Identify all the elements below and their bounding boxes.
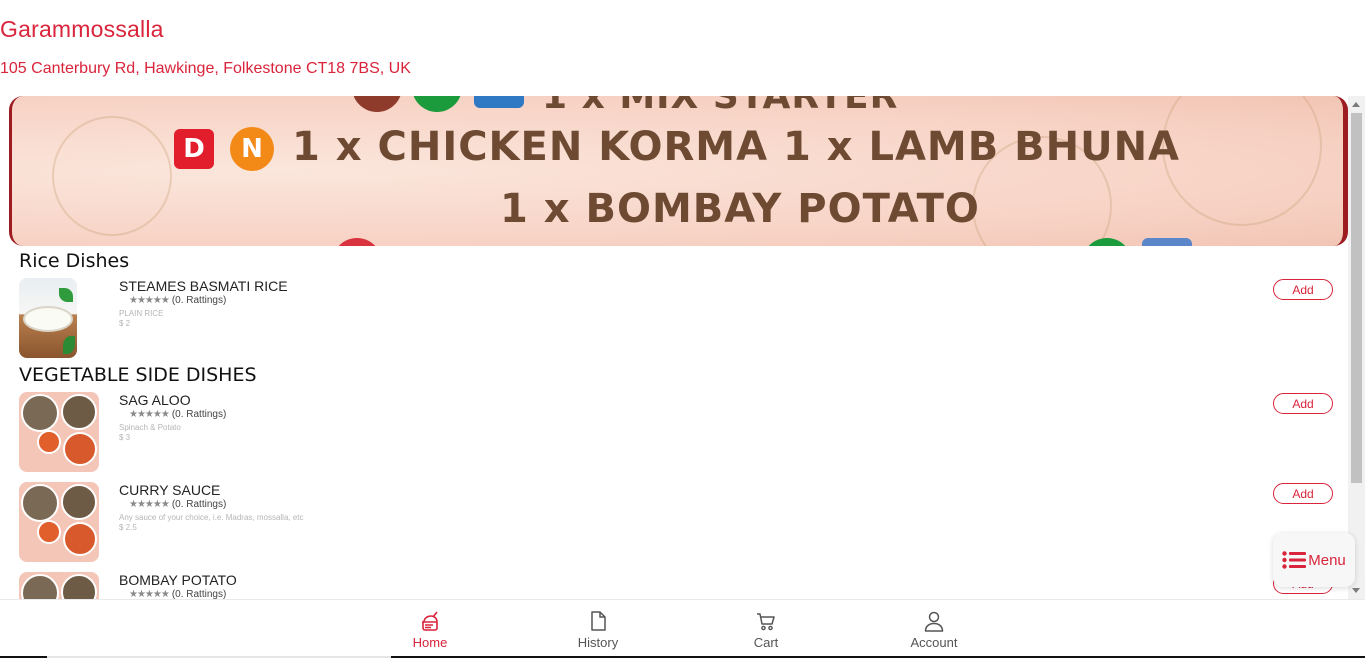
banner-dot-red <box>352 96 402 112</box>
star-icons: ★★★★★ <box>129 589 170 599</box>
item-name: CURRY SAUCE <box>119 482 221 498</box>
item-price: $ 2.5 <box>119 523 137 532</box>
cart-icon <box>757 613 775 631</box>
nav-account-label: Account <box>910 635 958 650</box>
item-name: BOMBAY POTATO <box>119 572 237 588</box>
nav-cart-label: Cart <box>753 635 779 650</box>
vegetable-dish-image <box>19 482 99 562</box>
menu-button-label: Menu <box>1308 551 1346 569</box>
star-icons: ★★★★★ <box>129 409 170 420</box>
scroll-up-arrow-icon[interactable] <box>1352 102 1360 107</box>
item-description: Any sauce of your choice, i.e. Madras, m… <box>119 513 304 522</box>
nav-home[interactable]: Home <box>380 610 480 650</box>
scroll-thumb[interactable] <box>1351 113 1362 483</box>
menu-item[interactable]: CURRY SAUCE ★★★★★ (0. Rattings) Any sauce… <box>19 482 1339 562</box>
menu-item[interactable]: STEAMES BASMATI RICE ★★★★★ (0. Rattings) … <box>19 278 1339 358</box>
menu-button[interactable]: Menu <box>1273 533 1355 587</box>
nav-account[interactable]: Account <box>884 610 984 650</box>
item-description: PLAIN RICE <box>119 309 164 318</box>
food-icon <box>422 611 438 631</box>
item-price: $ 2 <box>119 319 131 328</box>
menu-item[interactable]: BOMBAY POTATO ★★★★★(0. Rattings) Add <box>19 572 1339 599</box>
rating-count: (0. Rattings) <box>171 499 227 510</box>
banner-dot-blue <box>474 96 524 108</box>
vegetable-dish-image <box>19 392 99 472</box>
rice-dish-image <box>19 278 77 358</box>
nav-home-label: Home <box>412 635 448 650</box>
item-rating: ★★★★★ (0. Rattings) <box>129 589 226 599</box>
bottom-navigation: Home History Cart Account <box>0 599 1365 658</box>
document-icon <box>591 611 606 631</box>
nav-history-label: History <box>577 635 619 650</box>
user-icon <box>924 611 944 632</box>
add-button[interactable]: Add <box>1273 483 1333 504</box>
banner-dot-blue-bottom <box>1142 238 1192 246</box>
star-icons: ★★★★★ <box>129 295 170 306</box>
star-icons: ★★★★★ <box>129 499 170 510</box>
item-rating: ★★★★★ (0. Rattings) <box>129 409 226 420</box>
item-name: STEAMES BASMATI RICE <box>119 278 288 294</box>
list-icon <box>1282 551 1307 569</box>
vertical-scrollbar[interactable] <box>1348 96 1365 599</box>
category-title-rice: Rice Dishes <box>19 250 130 272</box>
add-button[interactable]: Add <box>1273 393 1333 414</box>
menu-item[interactable]: SAG ALOO ★★★★★ (0. Rattings) Spinach & Po… <box>19 392 1339 472</box>
nav-cart[interactable]: Cart <box>716 610 816 650</box>
badge-dairy: D <box>174 129 214 169</box>
rating-count: (0. Rattings) <box>171 295 227 306</box>
rating-count: (0. Rattings) <box>171 589 227 599</box>
promo-banner[interactable]: 1 x MIX STARTER D N 1 x CHICKEN KORMA 1 … <box>9 96 1348 246</box>
banner-dot-green <box>412 96 462 112</box>
category-title-vegetable: VEGETABLE SIDE DISHES <box>19 364 257 386</box>
banner-line-2: 1 x CHICKEN KORMA 1 x LAMB BHUNA <box>292 124 1180 170</box>
restaurant-name: Garammossalla <box>0 16 164 42</box>
restaurant-address: 105 Canterbury Rd, Hawkinge, Folkestone … <box>0 60 411 77</box>
rating-count: (0. Rattings) <box>171 409 227 420</box>
vegetable-dish-image <box>19 572 99 599</box>
item-name: SAG ALOO <box>119 392 191 408</box>
banner-dot-red-bottom <box>332 238 382 246</box>
item-price: $ 3 <box>119 433 131 442</box>
item-rating: ★★★★★ (0. Rattings) <box>129 499 226 510</box>
scroll-down-arrow-icon[interactable] <box>1352 588 1360 593</box>
menu-content[interactable]: 1 x MIX STARTER D N 1 x CHICKEN KORMA 1 … <box>0 96 1365 599</box>
add-button[interactable]: Add <box>1273 279 1333 300</box>
banner-line-1: 1 x MIX STARTER <box>542 96 899 117</box>
nav-history[interactable]: History <box>548 610 648 650</box>
item-rating: ★★★★★ (0. Rattings) <box>129 295 226 306</box>
item-description: Spinach & Potato <box>119 423 181 432</box>
banner-line-3: 1 x BOMBAY POTATO <box>500 186 980 232</box>
badge-nuts: N <box>230 127 274 171</box>
